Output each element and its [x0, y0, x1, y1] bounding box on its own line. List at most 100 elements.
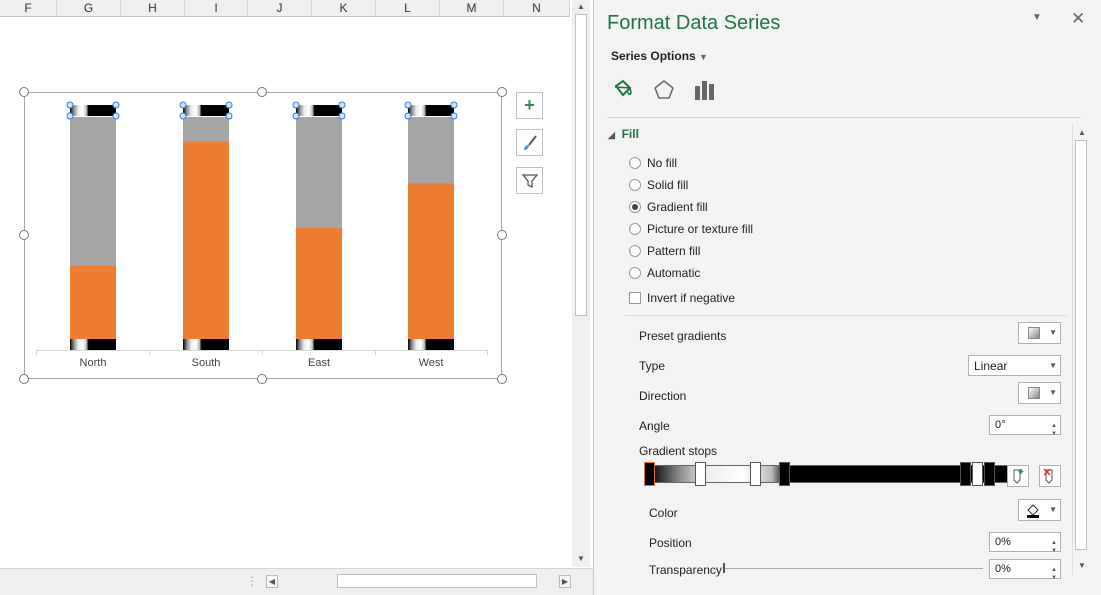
label-invert-if-negative[interactable]: Invert if negative — [647, 291, 735, 305]
chart-resize-handle[interactable] — [497, 87, 507, 97]
series-selection-handle[interactable] — [179, 112, 187, 120]
series-selection-handle[interactable] — [292, 101, 300, 109]
chart-resize-handle[interactable] — [497, 230, 507, 240]
column-header-row: F G H I J K L M N — [0, 0, 570, 17]
bar-south[interactable] — [183, 141, 229, 339]
scroll-right-arrow-icon[interactable]: ▶ — [559, 575, 571, 588]
vertical-scroll-thumb[interactable] — [575, 14, 587, 316]
type-value: Linear — [974, 359, 1008, 373]
column-header-g[interactable]: G — [57, 0, 121, 17]
color-dropdown[interactable]: ▼ — [1018, 499, 1061, 521]
scroll-up-arrow-icon[interactable]: ▲ — [575, 1, 587, 13]
bar-bottom-cap[interactable] — [296, 339, 342, 350]
spin-down-icon[interactable]: ▼ — [1051, 425, 1057, 443]
angle-spinner[interactable]: 0° ▲ ▼ — [989, 415, 1061, 437]
series-selection-handle[interactable] — [225, 112, 233, 120]
transparency-spinner[interactable]: 0% ▲ ▼ — [989, 559, 1061, 581]
vertical-scrollbar[interactable]: ▲ ▼ — [572, 0, 590, 567]
chart-resize-handle[interactable] — [19, 87, 29, 97]
chart-elements-plus-icon[interactable]: + — [516, 92, 543, 119]
bar-bottom-cap[interactable] — [183, 339, 229, 350]
bar-east[interactable] — [296, 228, 342, 339]
horizontal-scroll-thumb[interactable] — [337, 574, 537, 588]
series-selection-handle[interactable] — [112, 112, 120, 120]
bar-bottom-cap[interactable] — [70, 339, 116, 350]
label-pattern-fill[interactable]: Pattern fill — [647, 244, 700, 258]
fill-line-icon[interactable] — [611, 78, 635, 102]
series-selection-handle[interactable] — [292, 112, 300, 120]
spin-down-icon[interactable]: ▼ — [1051, 542, 1057, 560]
fill-section-header[interactable]: ◢ Fill — [608, 127, 639, 141]
bar-west[interactable] — [408, 183, 454, 339]
column-header-l[interactable]: L — [376, 0, 440, 17]
bar-top-cap[interactable] — [70, 105, 116, 116]
bar-top-cap[interactable] — [183, 105, 229, 116]
chevron-down-icon: ▼ — [1049, 388, 1057, 397]
chart-styles-brush-icon[interactable] — [516, 129, 543, 156]
pane-options-chevron-icon[interactable]: ▼ — [1032, 12, 1042, 23]
column-header-j[interactable]: J — [248, 0, 312, 17]
series-selection-handle[interactable] — [450, 101, 458, 109]
series-selection-handle[interactable] — [404, 112, 412, 120]
bar-top-cap[interactable] — [408, 105, 454, 116]
chart-resize-handle[interactable] — [497, 374, 507, 384]
bar-top-cap[interactable] — [296, 105, 342, 116]
series-selection-handle[interactable] — [179, 101, 187, 109]
series-selection-handle[interactable] — [450, 112, 458, 120]
preset-gradients-dropdown[interactable]: ▼ — [1018, 322, 1061, 344]
position-spinner[interactable]: 0% ▲ ▼ — [989, 532, 1061, 554]
radio-picture-texture-fill[interactable] — [629, 223, 641, 235]
series-selection-handle[interactable] — [112, 101, 120, 109]
radio-pattern-fill[interactable] — [629, 245, 641, 257]
transparency-value: 0% — [995, 563, 1011, 575]
effects-icon[interactable] — [652, 78, 676, 102]
bar-bottom-cap[interactable] — [408, 339, 454, 350]
chart-area[interactable]: North South East West — [24, 92, 502, 379]
series-options-dropdown[interactable]: Series Options ▼ — [611, 49, 708, 63]
chart-resize-handle[interactable] — [19, 374, 29, 384]
radio-gradient-fill[interactable] — [629, 201, 641, 213]
series-selection-handle[interactable] — [338, 112, 346, 120]
label-gradient-fill[interactable]: Gradient fill — [647, 200, 708, 214]
scroll-left-arrow-icon[interactable]: ◀ — [266, 575, 278, 588]
chart-filter-funnel-icon[interactable] — [516, 167, 543, 194]
chevron-down-icon: ▼ — [1049, 328, 1057, 337]
radio-automatic[interactable] — [629, 267, 641, 279]
close-icon[interactable]: ✕ — [1071, 9, 1085, 29]
series-selection-handle[interactable] — [225, 101, 233, 109]
horizontal-scrollbar[interactable]: ⋮ ◀ ▶ — [0, 568, 593, 595]
direction-dropdown[interactable]: ▼ — [1018, 382, 1061, 404]
radio-no-fill[interactable] — [629, 157, 641, 169]
scroll-down-arrow-icon[interactable]: ▼ — [575, 553, 587, 565]
column-header-k[interactable]: K — [312, 0, 376, 17]
series-selection-handle[interactable] — [66, 112, 74, 120]
column-header-n[interactable]: N — [504, 0, 570, 17]
pane-scrollbar[interactable]: ▲ ▼ — [1072, 125, 1090, 575]
column-header-h[interactable]: H — [121, 0, 185, 17]
series-options-icon[interactable] — [692, 78, 716, 102]
invert-if-negative-checkbox[interactable] — [629, 292, 641, 304]
scroll-up-arrow-icon[interactable]: ▲ — [1076, 127, 1088, 139]
label-solid-fill[interactable]: Solid fill — [647, 178, 688, 192]
chart-resize-handle[interactable] — [19, 230, 29, 240]
label-picture-texture-fill[interactable]: Picture or texture fill — [647, 222, 753, 236]
chart-resize-handle[interactable] — [257, 87, 267, 97]
label-type: Type — [639, 359, 666, 373]
spin-down-icon[interactable]: ▼ — [1051, 569, 1057, 587]
label-automatic[interactable]: Automatic — [647, 266, 700, 280]
series-selection-handle[interactable] — [66, 101, 74, 109]
series-selection-handle[interactable] — [404, 101, 412, 109]
chart-resize-handle[interactable] — [257, 374, 267, 384]
column-header-f[interactable]: F — [0, 0, 57, 17]
label-no-fill[interactable]: No fill — [647, 156, 677, 170]
column-header-i[interactable]: I — [185, 0, 248, 17]
bar-north[interactable] — [70, 265, 116, 339]
label-direction: Direction — [639, 389, 687, 403]
column-header-m[interactable]: M — [440, 0, 504, 17]
splitter-dots-icon[interactable]: ⋮ — [246, 574, 258, 588]
radio-solid-fill[interactable] — [629, 179, 641, 191]
series-selection-handle[interactable] — [338, 101, 346, 109]
scroll-down-arrow-icon[interactable]: ▼ — [1076, 560, 1088, 572]
type-dropdown[interactable]: Linear ▼ — [968, 355, 1061, 376]
pane-scroll-thumb[interactable] — [1075, 140, 1087, 550]
